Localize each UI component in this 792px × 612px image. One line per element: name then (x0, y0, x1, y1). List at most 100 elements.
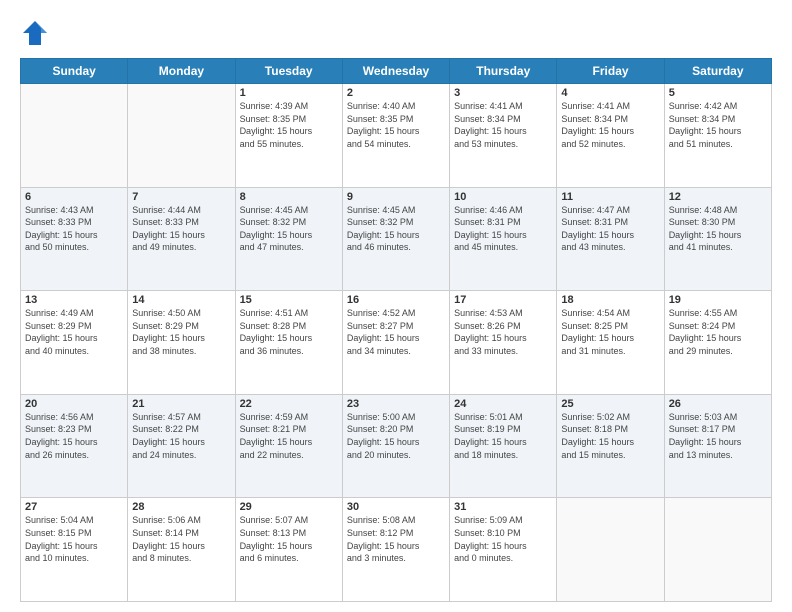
day-number: 6 (25, 191, 123, 203)
day-info: Sunrise: 4:56 AM Sunset: 8:23 PM Dayligh… (25, 411, 123, 461)
day-info: Sunrise: 5:06 AM Sunset: 8:14 PM Dayligh… (132, 514, 230, 564)
calendar-week-row-3: 13Sunrise: 4:49 AM Sunset: 8:29 PM Dayli… (21, 291, 772, 395)
calendar-cell: 4Sunrise: 4:41 AM Sunset: 8:34 PM Daylig… (557, 84, 664, 188)
weekday-header-row: SundayMondayTuesdayWednesdayThursdayFrid… (21, 59, 772, 84)
calendar-cell: 23Sunrise: 5:00 AM Sunset: 8:20 PM Dayli… (342, 394, 449, 498)
day-info: Sunrise: 4:39 AM Sunset: 8:35 PM Dayligh… (240, 100, 338, 150)
day-info: Sunrise: 4:49 AM Sunset: 8:29 PM Dayligh… (25, 307, 123, 357)
calendar-cell: 31Sunrise: 5:09 AM Sunset: 8:10 PM Dayli… (450, 498, 557, 602)
weekday-header-saturday: Saturday (664, 59, 771, 84)
day-info: Sunrise: 5:00 AM Sunset: 8:20 PM Dayligh… (347, 411, 445, 461)
day-number: 17 (454, 294, 552, 306)
day-info: Sunrise: 4:52 AM Sunset: 8:27 PM Dayligh… (347, 307, 445, 357)
day-info: Sunrise: 4:57 AM Sunset: 8:22 PM Dayligh… (132, 411, 230, 461)
calendar-cell: 10Sunrise: 4:46 AM Sunset: 8:31 PM Dayli… (450, 187, 557, 291)
calendar-cell: 24Sunrise: 5:01 AM Sunset: 8:19 PM Dayli… (450, 394, 557, 498)
weekday-header-wednesday: Wednesday (342, 59, 449, 84)
calendar-week-row-1: 1Sunrise: 4:39 AM Sunset: 8:35 PM Daylig… (21, 84, 772, 188)
day-info: Sunrise: 4:53 AM Sunset: 8:26 PM Dayligh… (454, 307, 552, 357)
calendar-cell: 27Sunrise: 5:04 AM Sunset: 8:15 PM Dayli… (21, 498, 128, 602)
day-number: 26 (669, 398, 767, 410)
calendar-cell: 18Sunrise: 4:54 AM Sunset: 8:25 PM Dayli… (557, 291, 664, 395)
calendar-cell: 15Sunrise: 4:51 AM Sunset: 8:28 PM Dayli… (235, 291, 342, 395)
day-info: Sunrise: 4:44 AM Sunset: 8:33 PM Dayligh… (132, 204, 230, 254)
weekday-header-tuesday: Tuesday (235, 59, 342, 84)
day-info: Sunrise: 5:02 AM Sunset: 8:18 PM Dayligh… (561, 411, 659, 461)
day-number: 22 (240, 398, 338, 410)
calendar-cell: 13Sunrise: 4:49 AM Sunset: 8:29 PM Dayli… (21, 291, 128, 395)
calendar-cell (557, 498, 664, 602)
calendar-cell: 14Sunrise: 4:50 AM Sunset: 8:29 PM Dayli… (128, 291, 235, 395)
calendar-cell: 26Sunrise: 5:03 AM Sunset: 8:17 PM Dayli… (664, 394, 771, 498)
day-info: Sunrise: 4:40 AM Sunset: 8:35 PM Dayligh… (347, 100, 445, 150)
day-number: 18 (561, 294, 659, 306)
day-number: 29 (240, 501, 338, 513)
day-number: 4 (561, 87, 659, 99)
day-number: 13 (25, 294, 123, 306)
day-info: Sunrise: 5:03 AM Sunset: 8:17 PM Dayligh… (669, 411, 767, 461)
day-number: 19 (669, 294, 767, 306)
weekday-header-thursday: Thursday (450, 59, 557, 84)
calendar-week-row-4: 20Sunrise: 4:56 AM Sunset: 8:23 PM Dayli… (21, 394, 772, 498)
calendar-week-row-5: 27Sunrise: 5:04 AM Sunset: 8:15 PM Dayli… (21, 498, 772, 602)
day-info: Sunrise: 5:08 AM Sunset: 8:12 PM Dayligh… (347, 514, 445, 564)
calendar-cell: 22Sunrise: 4:59 AM Sunset: 8:21 PM Dayli… (235, 394, 342, 498)
day-info: Sunrise: 4:46 AM Sunset: 8:31 PM Dayligh… (454, 204, 552, 254)
calendar-cell (128, 84, 235, 188)
calendar-cell: 30Sunrise: 5:08 AM Sunset: 8:12 PM Dayli… (342, 498, 449, 602)
logo (20, 18, 54, 48)
calendar-cell: 21Sunrise: 4:57 AM Sunset: 8:22 PM Dayli… (128, 394, 235, 498)
day-number: 23 (347, 398, 445, 410)
day-info: Sunrise: 4:51 AM Sunset: 8:28 PM Dayligh… (240, 307, 338, 357)
day-number: 28 (132, 501, 230, 513)
day-number: 27 (25, 501, 123, 513)
day-number: 2 (347, 87, 445, 99)
calendar-cell: 19Sunrise: 4:55 AM Sunset: 8:24 PM Dayli… (664, 291, 771, 395)
calendar-cell: 8Sunrise: 4:45 AM Sunset: 8:32 PM Daylig… (235, 187, 342, 291)
day-info: Sunrise: 4:43 AM Sunset: 8:33 PM Dayligh… (25, 204, 123, 254)
day-info: Sunrise: 4:45 AM Sunset: 8:32 PM Dayligh… (347, 204, 445, 254)
day-number: 5 (669, 87, 767, 99)
calendar-cell: 3Sunrise: 4:41 AM Sunset: 8:34 PM Daylig… (450, 84, 557, 188)
calendar-cell: 12Sunrise: 4:48 AM Sunset: 8:30 PM Dayli… (664, 187, 771, 291)
calendar-cell: 20Sunrise: 4:56 AM Sunset: 8:23 PM Dayli… (21, 394, 128, 498)
page: SundayMondayTuesdayWednesdayThursdayFrid… (0, 0, 792, 612)
day-info: Sunrise: 4:42 AM Sunset: 8:34 PM Dayligh… (669, 100, 767, 150)
calendar-cell: 5Sunrise: 4:42 AM Sunset: 8:34 PM Daylig… (664, 84, 771, 188)
day-info: Sunrise: 4:48 AM Sunset: 8:30 PM Dayligh… (669, 204, 767, 254)
weekday-header-monday: Monday (128, 59, 235, 84)
calendar-cell: 2Sunrise: 4:40 AM Sunset: 8:35 PM Daylig… (342, 84, 449, 188)
calendar-cell: 7Sunrise: 4:44 AM Sunset: 8:33 PM Daylig… (128, 187, 235, 291)
day-number: 14 (132, 294, 230, 306)
calendar-cell: 28Sunrise: 5:06 AM Sunset: 8:14 PM Dayli… (128, 498, 235, 602)
day-number: 16 (347, 294, 445, 306)
day-number: 7 (132, 191, 230, 203)
day-number: 9 (347, 191, 445, 203)
day-number: 10 (454, 191, 552, 203)
day-number: 1 (240, 87, 338, 99)
calendar-cell: 29Sunrise: 5:07 AM Sunset: 8:13 PM Dayli… (235, 498, 342, 602)
calendar-table: SundayMondayTuesdayWednesdayThursdayFrid… (20, 58, 772, 602)
header (20, 18, 772, 48)
day-info: Sunrise: 4:55 AM Sunset: 8:24 PM Dayligh… (669, 307, 767, 357)
day-number: 12 (669, 191, 767, 203)
day-info: Sunrise: 4:45 AM Sunset: 8:32 PM Dayligh… (240, 204, 338, 254)
day-number: 30 (347, 501, 445, 513)
day-number: 3 (454, 87, 552, 99)
calendar-cell: 9Sunrise: 4:45 AM Sunset: 8:32 PM Daylig… (342, 187, 449, 291)
day-number: 21 (132, 398, 230, 410)
day-info: Sunrise: 5:09 AM Sunset: 8:10 PM Dayligh… (454, 514, 552, 564)
calendar-cell: 1Sunrise: 4:39 AM Sunset: 8:35 PM Daylig… (235, 84, 342, 188)
day-info: Sunrise: 4:50 AM Sunset: 8:29 PM Dayligh… (132, 307, 230, 357)
day-number: 24 (454, 398, 552, 410)
calendar-cell: 11Sunrise: 4:47 AM Sunset: 8:31 PM Dayli… (557, 187, 664, 291)
calendar-week-row-2: 6Sunrise: 4:43 AM Sunset: 8:33 PM Daylig… (21, 187, 772, 291)
day-number: 25 (561, 398, 659, 410)
day-info: Sunrise: 4:41 AM Sunset: 8:34 PM Dayligh… (454, 100, 552, 150)
weekday-header-sunday: Sunday (21, 59, 128, 84)
day-info: Sunrise: 4:41 AM Sunset: 8:34 PM Dayligh… (561, 100, 659, 150)
day-info: Sunrise: 5:07 AM Sunset: 8:13 PM Dayligh… (240, 514, 338, 564)
logo-icon (20, 18, 50, 48)
day-number: 8 (240, 191, 338, 203)
calendar-cell (664, 498, 771, 602)
